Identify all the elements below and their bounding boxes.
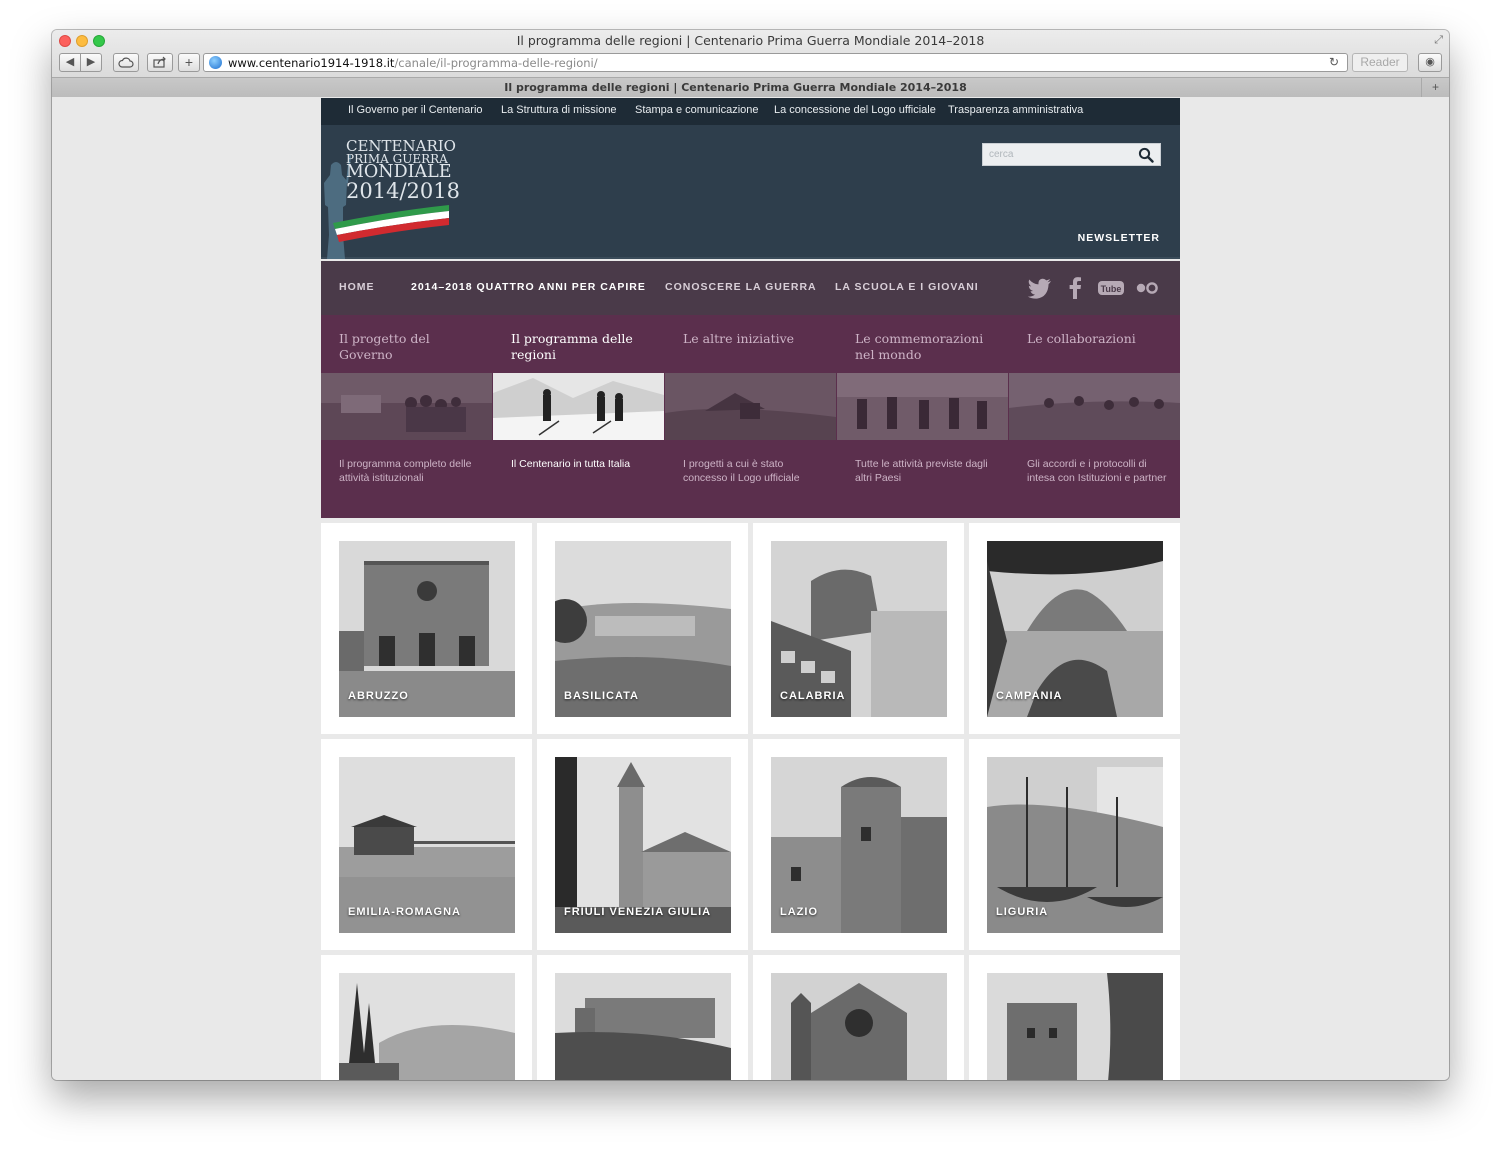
url-path: /canale/il-programma-delle-regioni/: [394, 56, 598, 70]
subnav-title: Le collaborazioni: [1027, 331, 1136, 346]
plus-icon: +: [184, 54, 194, 70]
mainnav-quattro-anni[interactable]: 2014–2018 QUATTRO ANNI PER CAPIRE: [411, 281, 646, 293]
back-arrow-icon: ◀: [65, 56, 75, 68]
region-card-10[interactable]: [537, 955, 748, 1080]
italian-flag-ribbon-icon: [333, 205, 449, 242]
region-card-11[interactable]: [753, 955, 964, 1080]
subnav-title: Il programma delle regioni: [511, 331, 633, 362]
forward-arrow-icon: ▶: [86, 56, 96, 68]
newsletter-link[interactable]: NEWSLETTER: [1078, 232, 1160, 244]
region-card-9[interactable]: [321, 955, 532, 1080]
address-bar[interactable]: www.centenario1914-1918.it/canale/il-pro…: [203, 53, 1348, 72]
region-photo: [771, 973, 947, 1080]
reload-icon[interactable]: ↻: [1329, 55, 1339, 69]
topnav-link-governo[interactable]: Il Governo per il Centenario: [348, 104, 483, 116]
region-label: LIGURIA: [996, 906, 1049, 918]
svg-text:Tube: Tube: [1101, 284, 1122, 294]
page-viewport: Il Governo per il Centenario La Struttur…: [52, 98, 1449, 1080]
subnav-desc: Il Centenario in tutta Italia: [511, 458, 631, 470]
region-card-abruzzo[interactable]: ABRUZZO: [321, 523, 532, 734]
region-card-friuli[interactable]: FRIULI VENEZIA GIULIA: [537, 739, 748, 950]
new-tab-button[interactable]: +: [1421, 78, 1449, 97]
mainnav-scuola-giovani[interactable]: LA SCUOLA E I GIOVANI: [835, 281, 979, 293]
subnav-progetto-governo[interactable]: Il progetto del Governo Il programma com…: [321, 315, 492, 518]
region-card-liguria[interactable]: LIGURIA: [969, 739, 1180, 950]
logo-line-4: 2014/2018: [346, 179, 460, 203]
search-input[interactable]: [983, 144, 1133, 165]
download-icon: ◉: [1425, 56, 1435, 68]
region-photo: [339, 973, 515, 1080]
subnav-collaborazioni[interactable]: Le collaborazioni Gli accordi e i protoc…: [1009, 315, 1180, 518]
mainnav-conoscere-la-guerra[interactable]: CONOSCERE LA GUERRA: [665, 281, 817, 293]
region-card-campania[interactable]: CAMPANIA: [969, 523, 1180, 734]
site-logo[interactable]: CENTENARIO PRIMA GUERRA MONDIALE 2014/20…: [321, 135, 460, 259]
region-photo: [987, 973, 1163, 1080]
browser-titlebar: Il programma delle regioni | Centenario …: [52, 30, 1449, 97]
topnav-link-trasparenza[interactable]: Trasparenza amministrativa: [948, 104, 1083, 116]
browser-window: Il programma delle regioni | Centenario …: [52, 30, 1449, 1080]
region-label: ABRUZZO: [348, 690, 409, 702]
region-card-12[interactable]: [969, 955, 1180, 1080]
youtube-icon[interactable]: Tube: [1097, 276, 1125, 300]
site-header: CENTENARIO PRIMA GUERRA MONDIALE 2014/20…: [321, 125, 1180, 259]
tab-active[interactable]: Il programma delle regioni | Centenario …: [52, 81, 1419, 94]
region-label: BASILICATA: [564, 690, 639, 702]
topnav-link-struttura[interactable]: La Struttura di missione: [501, 104, 617, 116]
subnav-photo: [321, 373, 492, 440]
cloud-icon: [118, 57, 134, 68]
region-label: CALABRIA: [780, 690, 846, 702]
downloads-button[interactable]: ◉: [1418, 53, 1442, 72]
share-button[interactable]: [147, 53, 173, 72]
search-icon[interactable]: [1138, 147, 1154, 163]
facebook-icon[interactable]: [1068, 276, 1082, 300]
subnav-photo: [837, 373, 1008, 440]
subnav-title: Le commemorazioni nel mondo: [855, 331, 984, 362]
flickr-icon[interactable]: [1133, 276, 1161, 300]
fullscreen-icon[interactable]: ⤢: [1434, 34, 1443, 47]
twitter-icon[interactable]: [1027, 276, 1053, 300]
region-label: LAZIO: [780, 906, 818, 918]
subnav-programma-regioni[interactable]: Il programma delle regioni Il Centenario…: [493, 315, 664, 518]
utility-nav: Il Governo per il Centenario La Struttur…: [321, 98, 1180, 125]
sub-nav: Il progetto del Governo Il programma com…: [321, 315, 1180, 518]
subnav-desc: Tutte le attività previste dagli altri P…: [855, 458, 988, 484]
subnav-desc: Gli accordi e i protocolli di intesa con…: [1027, 458, 1167, 484]
region-photo: [555, 973, 731, 1080]
subnav-photo: [493, 373, 664, 440]
region-label: CAMPANIA: [996, 690, 1063, 702]
subnav-photo: [1009, 373, 1180, 440]
forward-button[interactable]: ▶: [80, 53, 102, 72]
subnav-altre-iniziative[interactable]: Le altre iniziative I progetti a cui è s…: [665, 315, 836, 518]
subnav-desc: Il programma completo delle attività ist…: [339, 458, 472, 484]
mainnav-home[interactable]: HOME: [339, 281, 375, 293]
subnav-commemorazioni[interactable]: Le commemorazioni nel mondo Tutte le att…: [837, 315, 1008, 518]
subnav-desc: I progetti a cui è stato concesso il Log…: [683, 458, 800, 484]
window-title: Il programma delle regioni | Centenario …: [516, 33, 985, 48]
region-card-emilia-romagna[interactable]: EMILIA-ROMAGNA: [321, 739, 532, 950]
url-text: www.centenario1914-1918.it/canale/il-pro…: [228, 56, 598, 70]
plus-icon: +: [1431, 80, 1439, 94]
back-button[interactable]: ◀: [59, 53, 81, 72]
region-label: FRIULI VENEZIA GIULIA: [564, 906, 712, 918]
site-container: Il Governo per il Centenario La Struttur…: [321, 98, 1180, 1080]
share-icon: [153, 56, 166, 68]
main-nav: HOME 2014–2018 QUATTRO ANNI PER CAPIRE C…: [321, 261, 1180, 315]
region-card-lazio[interactable]: LAZIO: [753, 739, 964, 950]
topnav-link-logo[interactable]: La concessione del Logo ufficiale: [774, 104, 936, 116]
globe-icon: [209, 56, 222, 69]
search-box: [982, 143, 1161, 166]
region-label: EMILIA-ROMAGNA: [348, 906, 461, 918]
region-card-basilicata[interactable]: BASILICATA: [537, 523, 748, 734]
topnav-link-stampa[interactable]: Stampa e comunicazione: [635, 104, 759, 116]
add-bookmark-button[interactable]: +: [178, 53, 200, 72]
reader-button[interactable]: Reader: [1352, 53, 1408, 72]
icloud-tabs-button[interactable]: [113, 53, 139, 72]
region-card-calabria[interactable]: CALABRIA: [753, 523, 964, 734]
subnav-title: Le altre iniziative: [683, 331, 795, 346]
subnav-photo: [665, 373, 836, 440]
tab-bar: Il programma delle regioni | Centenario …: [52, 77, 1449, 97]
url-host: www.centenario1914-1918.it: [228, 56, 395, 70]
subnav-title: Il progetto del Governo: [339, 331, 430, 362]
